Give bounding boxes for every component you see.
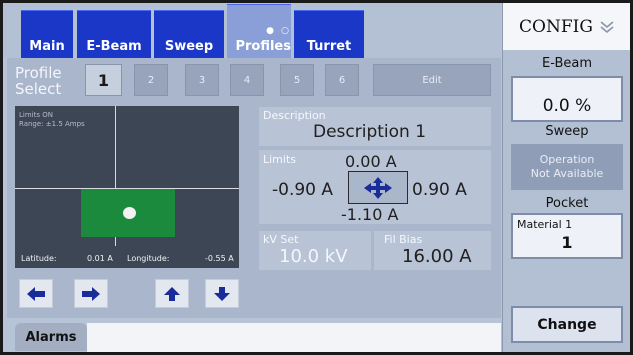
description-label: Description (263, 109, 326, 122)
longitude-value: -0.55 A (205, 253, 234, 263)
pocket-material: Material 1 (517, 218, 573, 231)
config-title: CONFIG (519, 16, 593, 37)
arrow-down-button[interactable] (205, 279, 239, 308)
chevron-down-icon (600, 20, 614, 33)
arrow-left-button[interactable] (19, 279, 53, 308)
tab-profiles-label: Profiles (235, 39, 291, 54)
profile-select-label: Profile Select (15, 65, 62, 97)
longitude-label: Longitude: (127, 253, 170, 263)
screen: Main E-Beam Sweep ● ○ Profiles Turret Pr… (3, 3, 630, 352)
limit-right-value: 0.90 A (412, 180, 467, 200)
limits-status: Limits ON (19, 111, 53, 119)
tab-sweep[interactable]: Sweep (154, 10, 224, 58)
limit-bottom-value: -1.10 A (341, 205, 399, 224)
tab-main[interactable]: Main (21, 10, 73, 58)
profile-button-1[interactable]: 1 (85, 64, 122, 96)
latitude-value: 0.01 A (87, 253, 113, 263)
config-panel: CONFIG E-Beam 0.0 % Sweep Operation Not … (502, 3, 630, 352)
tab-bar: Main E-Beam Sweep ● ○ Profiles Turret (3, 3, 501, 58)
limit-top-value: 0.00 A (345, 152, 397, 171)
tab-main-label: Main (29, 39, 65, 54)
tab-ebeam-label: E-Beam (86, 39, 142, 54)
tab-turret[interactable]: Turret (294, 10, 364, 58)
sweep-unavailable-box: Operation Not Available (511, 144, 623, 190)
sweep-section-title: Sweep (545, 124, 589, 139)
description-box[interactable]: Description Description 1 (259, 107, 491, 146)
arrow-up-button[interactable] (155, 279, 189, 308)
arrow-up-icon (164, 286, 180, 301)
tab-page-indicator: ● ○ (266, 26, 291, 36)
fil-bias-value: 16.00 A (402, 246, 472, 267)
tab-ebeam[interactable]: E-Beam (77, 10, 151, 58)
sweep-status-line1: Operation (539, 153, 595, 166)
kv-set-box[interactable]: kV Set 10.0 kV (259, 231, 371, 270)
description-value: Description 1 (313, 122, 427, 142)
status-bar (87, 323, 501, 352)
move-arrows-icon (364, 176, 392, 199)
tab-turret-label: Turret (306, 39, 352, 54)
pocket-section-title: Pocket (545, 196, 589, 211)
sweep-status-line2: Not Available (530, 167, 604, 180)
range-text: Range: ±1.5 Amps (19, 120, 85, 128)
beam-position-marker[interactable] (123, 207, 136, 219)
tab-profiles[interactable]: ● ○ Profiles (227, 4, 291, 58)
limits-label: Limits (263, 153, 296, 166)
arrow-left-icon (27, 286, 45, 301)
pocket-number: 1 (561, 233, 573, 252)
profile-label-line1: Profile (15, 64, 62, 82)
tab-sweep-label: Sweep (164, 39, 214, 54)
latitude-label: Latitude: (21, 253, 57, 263)
limits-box[interactable]: Limits 0.00 A -0.90 A 0.90 A -1.10 A (259, 150, 491, 224)
limits-joystick[interactable] (348, 171, 408, 204)
change-button[interactable]: Change (511, 306, 623, 343)
pocket-button[interactable]: Material 1 1 (511, 213, 623, 259)
ebeam-value: 0.0 % (542, 96, 592, 116)
limit-left-value: -0.90 A (272, 180, 334, 200)
arrow-right-button[interactable] (74, 279, 108, 308)
profile-button-5[interactable]: 5 (280, 64, 314, 96)
fil-bias-box[interactable]: Fil Bias 16.00 A (374, 231, 491, 270)
profile-label-line2: Select (15, 80, 62, 98)
profile-button-4[interactable]: 4 (230, 64, 264, 96)
fil-bias-label: Fil Bias (384, 233, 423, 246)
kv-set-value: 10.0 kV (279, 246, 348, 267)
profile-button-2[interactable]: 2 (134, 64, 168, 96)
beam-position-graph: Limits ON Range: ±1.5 Amps Latitude: 0.0… (15, 106, 239, 268)
ebeam-section-title: E-Beam (542, 56, 592, 71)
profile-button-3[interactable]: 3 (185, 64, 219, 96)
profile-button-6[interactable]: 6 (325, 64, 359, 96)
alarms-button[interactable]: Alarms (15, 323, 87, 351)
ebeam-value-button[interactable]: 0.0 % (511, 76, 623, 122)
arrow-down-icon (214, 286, 230, 301)
graph-coordinates: Latitude: 0.01 A Longitude: -0.55 A (15, 248, 239, 268)
profiles-panel: Profile Select 1 2 3 4 5 6 Edit Limits O… (7, 58, 501, 318)
arrow-right-icon (82, 286, 100, 301)
edit-button[interactable]: Edit (373, 64, 491, 96)
graph-info: Limits ON Range: ±1.5 Amps (19, 111, 85, 129)
kv-set-label: kV Set (263, 233, 299, 246)
config-header[interactable]: CONFIG (503, 3, 630, 50)
